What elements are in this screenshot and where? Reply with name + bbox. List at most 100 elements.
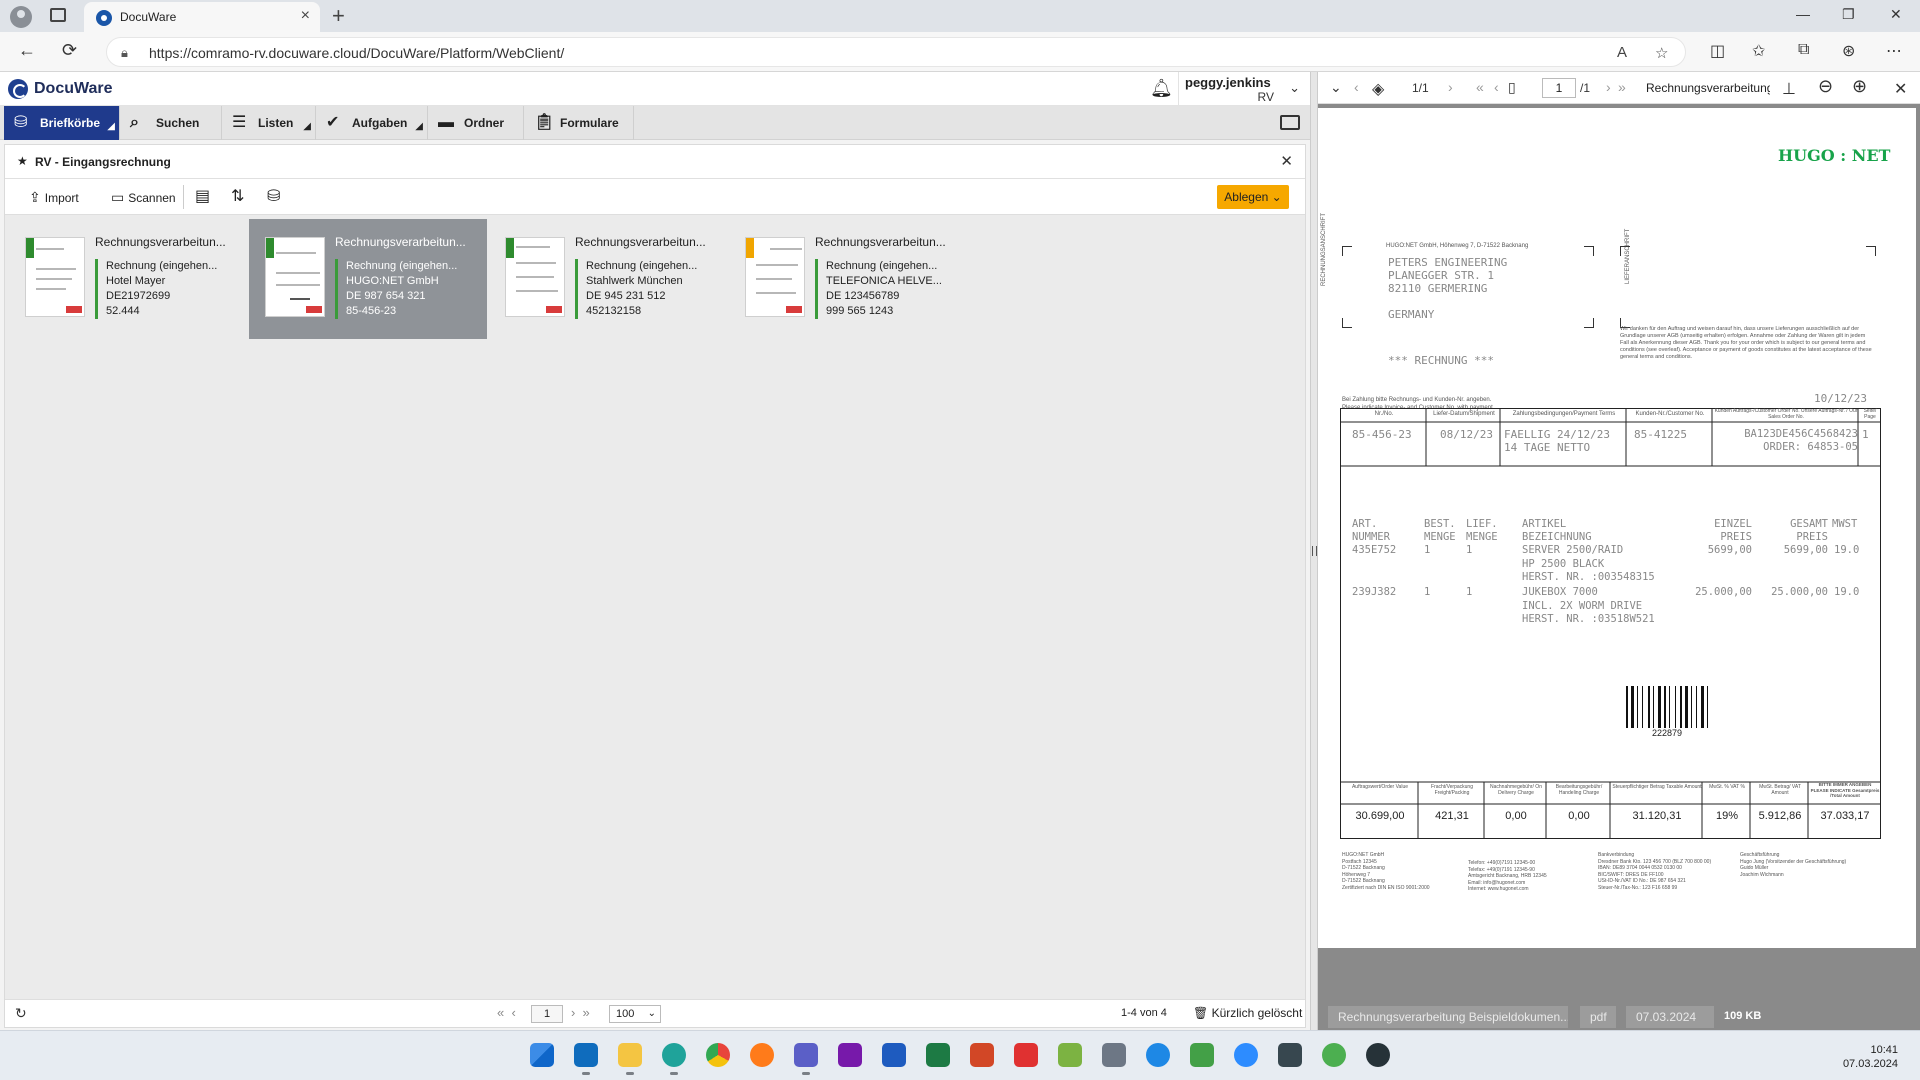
document-item[interactable]: Rechnungsverarbeitun... Rechnung (eingeh…	[489, 219, 727, 339]
zoom-out-icon[interactable]: ⊖	[1818, 76, 1833, 97]
recently-deleted-button[interactable]: 🗑︎ Kürzlich gelöscht	[1193, 1006, 1302, 1020]
split-screen-icon[interactable]: ◫	[1710, 41, 1725, 61]
page-icon[interactable]: ▯	[1508, 79, 1516, 96]
url-field[interactable]: 🔒︎ https://comramo-rv.docuware.cloud/Doc…	[106, 37, 1686, 67]
viewer-toolbar: ⌄ ‹ ◈ 1/1 › « ‹ ▯ 1 /1 › » Rechnungsvera…	[1318, 72, 1920, 104]
sync-app-icon[interactable]	[1146, 1043, 1170, 1067]
document-item[interactable]: Rechnungsverarbeitun... Rechnung (eingeh…	[249, 219, 487, 339]
tab-lists[interactable]: ☰ Listen ◢	[222, 106, 316, 140]
collapse-chevron-icon[interactable]: ⌄	[1330, 79, 1342, 96]
file-explorer-icon[interactable]	[618, 1043, 642, 1075]
page-size-select[interactable]: 100 ⌄	[609, 1005, 661, 1023]
thumb-line	[770, 248, 802, 250]
zoom-icon[interactable]	[1234, 1043, 1258, 1067]
import-button[interactable]: ⇪ Import	[29, 189, 79, 206]
calculator-icon[interactable]	[1102, 1043, 1126, 1067]
sort-icon[interactable]: ⇅	[231, 186, 244, 206]
tab-folders[interactable]: ▬ Ordner	[428, 106, 524, 140]
document-item[interactable]: Rechnungsverarbeitun... Rechnung (eingeh…	[729, 219, 967, 339]
next-page-icon[interactable]: ›	[1606, 79, 1611, 95]
new-tab-icon[interactable]: +	[332, 3, 345, 29]
sum-col-order-value: Auftragswert/Order Value	[1351, 784, 1409, 790]
pager-first-prev[interactable]: « ‹	[497, 1005, 516, 1020]
excel-icon[interactable]	[926, 1043, 950, 1067]
document-type: Rechnung (eingehen...	[586, 260, 698, 272]
user-menu[interactable]: peggy.jenkins RV ⌄	[1178, 72, 1310, 106]
pager-next-last[interactable]: › »	[571, 1005, 590, 1020]
back-icon[interactable]: ←	[18, 40, 36, 61]
database-icon[interactable]: ⛁	[267, 186, 280, 206]
document-thumbnail	[505, 237, 565, 317]
stamp-icon[interactable]: ⊥	[1782, 79, 1796, 99]
scan-button[interactable]: ▭ Scannen	[111, 189, 176, 206]
panel-splitter[interactable]	[1310, 72, 1318, 1030]
tab-forms[interactable]: 📋︎ Formulare	[524, 106, 634, 140]
document-company: TELEFONICA HELVE...	[826, 275, 942, 287]
viewer-page-input[interactable]: 1	[1542, 78, 1576, 98]
close-tab-icon[interactable]: ×	[301, 7, 310, 25]
splitter-grip-icon[interactable]	[1312, 546, 1317, 556]
reload-icon[interactable]: ⟳	[62, 40, 77, 61]
green-app-icon[interactable]	[1190, 1043, 1214, 1067]
prev-layer-icon[interactable]: ‹	[1354, 79, 1359, 95]
page-number-input[interactable]: 1	[531, 1005, 563, 1023]
close-viewer-icon[interactable]: ✕	[1894, 79, 1907, 99]
onenote-icon[interactable]	[838, 1043, 862, 1067]
browser-tab[interactable]: DocuWare ×	[84, 2, 320, 32]
last-page-icon[interactable]: »	[1618, 79, 1626, 95]
minimize-icon[interactable]: —	[1796, 6, 1810, 22]
favorites-icon[interactable]: ✩	[1752, 41, 1765, 61]
edge-icon[interactable]	[662, 1043, 686, 1075]
refresh-icon[interactable]: ↻	[15, 1005, 27, 1022]
item-ordered: 1	[1424, 586, 1431, 598]
zoom-in-icon[interactable]: ⊕	[1852, 76, 1867, 97]
globe-app-icon[interactable]	[1322, 1043, 1346, 1067]
tab-actions-icon[interactable]	[50, 8, 66, 22]
cube-app-icon[interactable]	[1278, 1043, 1302, 1067]
read-aloud-icon[interactable]: A	[1617, 44, 1627, 61]
notification-bell-icon[interactable]: 🔔︎	[1150, 78, 1173, 99]
favorite-star-icon[interactable]: ☆	[1655, 44, 1668, 62]
close-panel-icon[interactable]: ✕	[1280, 152, 1293, 170]
barcode-bar	[1642, 686, 1643, 728]
expand-window-icon[interactable]	[1280, 115, 1300, 130]
barcode-bar	[1631, 686, 1634, 728]
footer-doc-ext: pdf	[1580, 1006, 1616, 1028]
tab-tasks[interactable]: ✔ Aufgaben ◢	[316, 106, 428, 140]
next-layer-icon[interactable]: ›	[1448, 79, 1453, 95]
windows-start-icon[interactable]	[530, 1043, 554, 1067]
document-fields: Rechnung (eingehen... TELEFONICA HELVE..…	[815, 259, 963, 319]
close-window-icon[interactable]: ✕	[1890, 6, 1902, 23]
more-menu-icon[interactable]: ⋯	[1886, 41, 1902, 61]
restore-icon[interactable]: ❐	[1842, 6, 1855, 23]
profile-icon[interactable]	[10, 6, 32, 28]
collections-icon[interactable]: ⧉	[1798, 41, 1809, 59]
layers-icon[interactable]: ◈	[1372, 79, 1384, 99]
firefox-icon[interactable]	[750, 1043, 774, 1067]
tab-trays[interactable]: ⛁ Briefkörbe ◢	[4, 106, 120, 140]
sum-col-freight: Fracht/Verpackung Freight/Packing	[1431, 784, 1473, 796]
lock-icon[interactable]: 🔒︎	[121, 45, 128, 61]
thumb-line	[290, 298, 310, 300]
word-icon[interactable]	[882, 1043, 906, 1067]
view-mode-icon[interactable]: ▤	[195, 186, 210, 206]
vpn-lock-icon[interactable]	[1366, 1043, 1390, 1067]
document-number: 999 565 1243	[826, 305, 894, 317]
powerpoint-icon[interactable]	[970, 1043, 994, 1067]
xmind-icon[interactable]	[1014, 1043, 1038, 1067]
notepad-icon[interactable]	[1058, 1043, 1082, 1067]
document-item[interactable]: Rechnungsverarbeitun... Rechnung (eingeh…	[9, 219, 247, 339]
extension-icon[interactable]: ⊛	[1842, 41, 1855, 61]
system-clock[interactable]: 10:41 07.03.2024	[1843, 1043, 1898, 1071]
star-icon[interactable]: ★	[17, 154, 28, 168]
tab-search[interactable]: ⌕ Suchen	[120, 106, 222, 140]
first-page-icon[interactable]: «	[1476, 79, 1484, 95]
outlook-icon[interactable]	[574, 1043, 598, 1075]
sum-col-total: BITTE IMMER ANGEBEN PLEASE INDICATE Gesa…	[1810, 782, 1880, 798]
store-button[interactable]: Ablegen ⌄	[1217, 185, 1289, 209]
val-page: 1	[1862, 428, 1869, 441]
prev-page-icon[interactable]: ‹	[1494, 79, 1499, 95]
chrome-icon[interactable]	[706, 1043, 730, 1067]
teams-icon[interactable]	[794, 1043, 818, 1075]
dropdown-corner-icon: ◢	[303, 121, 311, 132]
